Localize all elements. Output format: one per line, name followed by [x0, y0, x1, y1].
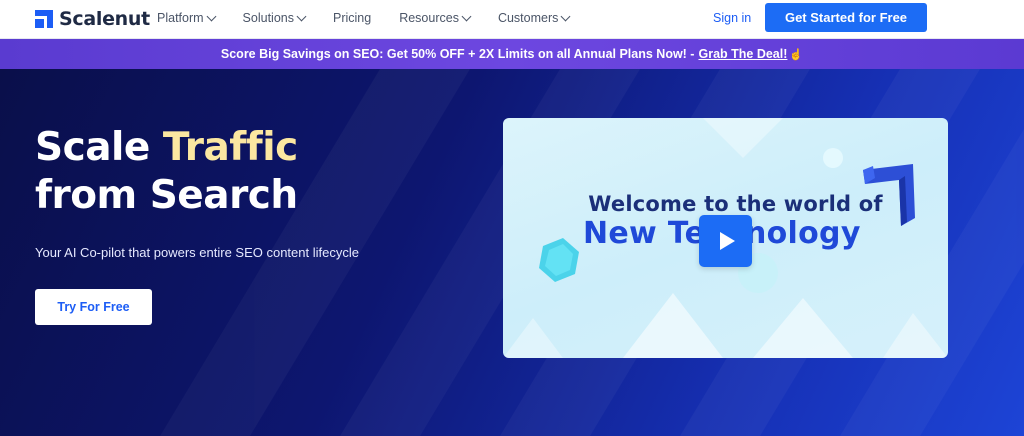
hero-title-part1: Scale: [35, 125, 150, 170]
nav-item-label: Customers: [497, 11, 559, 25]
nav-item-resources[interactable]: Resources: [399, 11, 472, 25]
try-for-free-button[interactable]: Try For Free: [35, 289, 152, 325]
get-started-button[interactable]: Get Started for Free: [765, 3, 927, 32]
nav-item-label: Resources: [399, 11, 459, 25]
scalenut-logo-icon: [35, 10, 53, 28]
pointer-hand-icon: ☝: [789, 48, 804, 61]
hero-section: Scale Traffic from Search Your AI Co-pil…: [0, 69, 1024, 436]
sign-in-link[interactable]: Sign in: [713, 11, 751, 25]
nav-item-label: Solutions: [242, 11, 294, 25]
nav-item-label: Platform: [157, 11, 204, 25]
play-icon: [720, 232, 735, 250]
nav-item-solutions[interactable]: Solutions: [242, 11, 307, 25]
play-button[interactable]: [699, 215, 752, 267]
main-nav: Platform Solutions Pricing Resources Cus…: [157, 0, 597, 36]
video-heading-line1: Welcome to the world of: [588, 192, 883, 216]
grab-deal-link[interactable]: Grab The Deal!: [698, 47, 787, 61]
chevron-down-icon: [560, 11, 571, 21]
logo-text: Scalenut: [59, 8, 150, 30]
nav-item-pricing[interactable]: Pricing: [333, 11, 371, 25]
logo[interactable]: Scalenut: [35, 8, 150, 30]
nav-item-label: Pricing: [332, 11, 372, 25]
hero-title-line2: from Search: [35, 173, 298, 218]
chevron-down-icon: [296, 11, 307, 21]
nav-item-customers[interactable]: Customers: [497, 11, 571, 25]
video-thumbnail[interactable]: Welcome to the world of New Technology: [503, 118, 948, 358]
hero-subtitle: Your AI Co-pilot that powers entire SEO …: [35, 245, 359, 260]
top-navbar: Scalenut Platform Solutions Pricing Reso…: [0, 0, 1024, 39]
promo-banner: Score Big Savings on SEO: Get 50% OFF + …: [0, 39, 1024, 69]
promo-text: Score Big Savings on SEO: Get 50% OFF + …: [220, 47, 695, 61]
hero-title-highlight: Traffic: [162, 125, 298, 170]
hero-title: Scale Traffic from Search: [35, 124, 298, 220]
nav-item-platform[interactable]: Platform: [157, 11, 216, 25]
chevron-down-icon: [461, 11, 472, 21]
chevron-down-icon: [206, 11, 216, 21]
